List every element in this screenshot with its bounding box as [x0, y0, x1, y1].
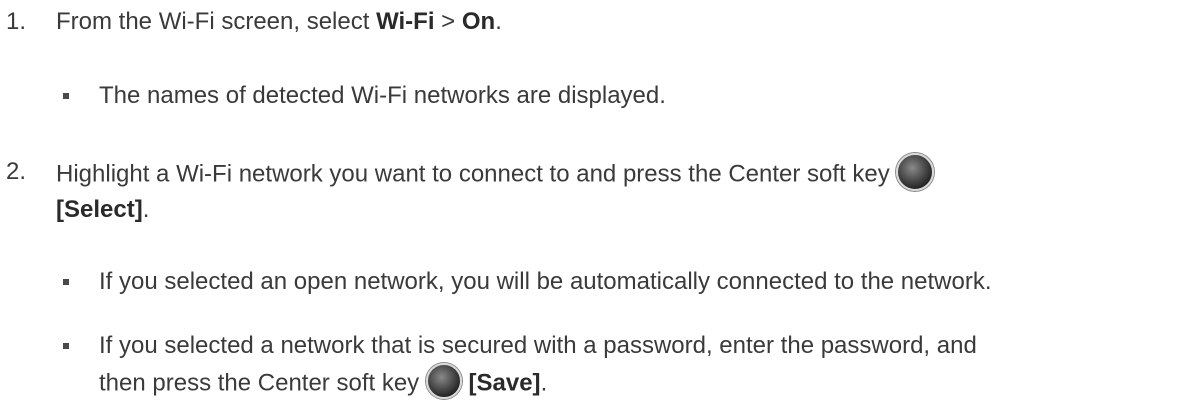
- center-soft-key-icon: [425, 363, 462, 399]
- bullet-text: If you selected an open network, you wil…: [99, 268, 992, 295]
- instruction-document: 1. From the Wi-Fi screen, select Wi-Fi >…: [0, 0, 1202, 410]
- bullet-marker: [63, 93, 69, 99]
- wifi-label: Wi-Fi: [376, 8, 435, 35]
- select-key-label: [Select]: [56, 196, 143, 223]
- bullet-text: The names of detected Wi-Fi networks are…: [99, 82, 666, 109]
- on-label: On: [461, 8, 496, 35]
- save-key-label: [Save]: [468, 369, 541, 397]
- step-2-number: 2.: [6, 158, 27, 185]
- bullet-text: If you selected a network that is secure…: [99, 332, 977, 359]
- bullet-marker: [63, 343, 69, 349]
- step-2-text: Highlight a Wi-Fi network you want to co…: [56, 153, 935, 194]
- bullet-marker: [63, 279, 69, 285]
- step-1-number: 1.: [6, 8, 27, 35]
- center-soft-key-icon: [896, 153, 935, 191]
- step-1-text: From the Wi-Fi screen, select Wi-Fi > On…: [56, 8, 502, 35]
